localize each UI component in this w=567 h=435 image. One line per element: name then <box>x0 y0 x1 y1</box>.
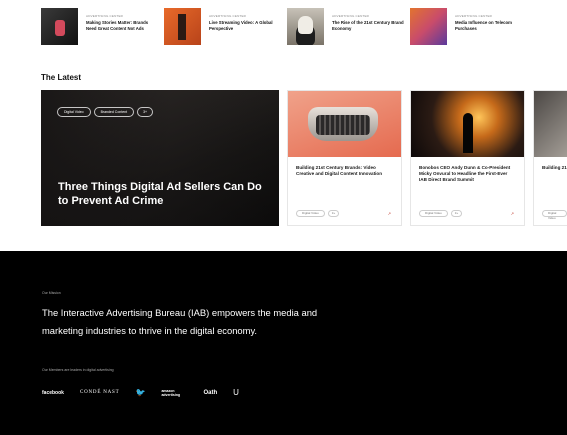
univision-logo[interactable]: U <box>233 388 239 397</box>
more-tags-pill[interactable]: 3+ <box>327 210 340 217</box>
oath-logo[interactable]: Oath <box>203 390 217 396</box>
article-title[interactable]: Live Streaming Video: A Global Perspecti… <box>209 20 281 31</box>
card-title[interactable]: Building 21st Century Brands: Video Crea… <box>534 157 567 171</box>
members-caption: Our Members are leaders in digital adver… <box>42 368 114 372</box>
mission-statement: The Interactive Advertising Bureau (IAB)… <box>42 307 318 336</box>
vr-headset-image[interactable] <box>288 91 401 157</box>
tag-pill[interactable]: Digital Video <box>296 210 325 217</box>
related-article[interactable]: Advertising Center The Rise of the 21st … <box>287 8 407 48</box>
mission-kicker: Our Mission <box>42 291 61 295</box>
article-image[interactable] <box>534 91 567 157</box>
section-heading: The Latest <box>41 73 82 82</box>
conde-nast-logo[interactable]: CONDÉ NAST <box>80 390 120 395</box>
article-thumbnail[interactable] <box>164 8 201 45</box>
related-article[interactable]: Advertising Center Live Streaming Video:… <box>164 8 284 48</box>
article-thumbnail[interactable] <box>41 8 78 45</box>
related-article[interactable]: Advertising Center Media Influence on Te… <box>410 8 530 48</box>
more-tags-pill[interactable]: 3+ <box>450 210 463 217</box>
article-thumbnail[interactable] <box>410 8 447 45</box>
related-articles: Advertising Center Making Stories Matter… <box>41 8 567 50</box>
hero-article-card[interactable]: Digital Video Branded Content 3+ Three T… <box>41 90 279 226</box>
article-card[interactable]: Building 21st Century Brands: Video Crea… <box>287 90 402 226</box>
article-card[interactable]: Bonobos CEO Andy Dunn & Co-President Mic… <box>410 90 525 226</box>
tag-pill[interactable]: Digital Video <box>419 210 448 217</box>
article-title[interactable]: The Rise of the 21st Century Brand Econo… <box>332 20 404 31</box>
city-lights-image[interactable] <box>411 91 524 157</box>
share-icon[interactable]: ↗ <box>388 211 391 216</box>
twitter-bird-icon[interactable]: 🐦 <box>135 388 145 397</box>
tag-pill[interactable]: Branded Content <box>93 107 135 117</box>
page: Advertising Center Making Stories Matter… <box>0 0 567 435</box>
article-kicker: Advertising Center <box>86 14 124 18</box>
article-kicker: Advertising Center <box>455 14 493 18</box>
footer: Our Mission The Interactive Advertising … <box>0 251 567 435</box>
related-article[interactable]: Advertising Center Making Stories Matter… <box>41 8 161 48</box>
card-title[interactable]: Bonobos CEO Andy Dunn & Co-President Mic… <box>411 157 524 184</box>
card-title[interactable]: Building 21st Century Brands: Video Crea… <box>288 157 401 177</box>
tag-pill[interactable]: Digital Video <box>542 210 567 220</box>
hero-title[interactable]: Three Things Digital Ad Sellers Can Do t… <box>58 180 268 208</box>
amazon-advertising-logo[interactable]: amazon advertising <box>161 389 187 397</box>
article-kicker: Advertising Center <box>209 14 247 18</box>
share-icon[interactable]: ↗ <box>511 211 514 216</box>
tag-pill[interactable]: Digital Video <box>57 107 91 117</box>
article-kicker: Advertising Center <box>332 14 370 18</box>
article-card-partial[interactable]: Building 21st Century Brands: Video Crea… <box>533 90 567 226</box>
article-title[interactable]: Making Stories Matter: Brands Need Great… <box>86 20 158 31</box>
member-logos: facebook CONDÉ NAST 🐦 amazon advertising… <box>42 388 239 397</box>
hero-tags: Digital Video Branded Content 3+ <box>57 107 154 117</box>
article-thumbnail[interactable] <box>287 8 324 45</box>
more-tags-pill[interactable]: 3+ <box>137 107 154 117</box>
article-title[interactable]: Media Influence on Telecom Purchases <box>455 20 527 31</box>
facebook-logo[interactable]: facebook <box>42 390 64 396</box>
